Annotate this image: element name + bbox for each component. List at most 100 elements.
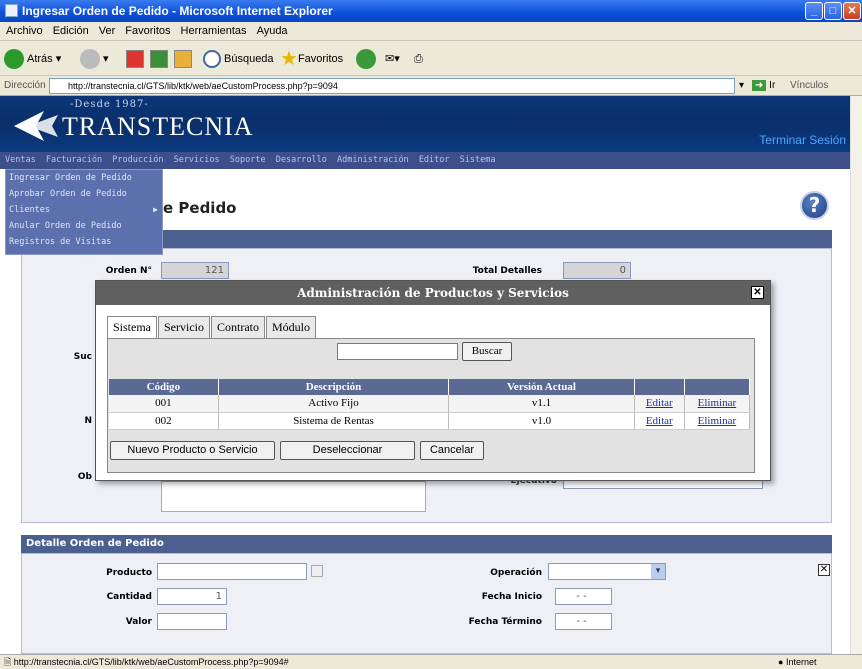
column-header-delete [684,379,751,395]
column-header-edit [634,379,685,395]
minimize-button[interactable]: _ [805,2,823,20]
logout-link[interactable]: Terminar Sesión [759,133,846,147]
fecha-termino-field[interactable]: - - [555,613,612,630]
magnifier-icon [203,50,221,69]
cantidad-label: Cantidad [106,592,152,602]
search-button[interactable]: Buscar [462,342,512,361]
history-icon[interactable] [356,48,379,70]
page-scrollbar[interactable] [850,96,862,654]
menu-archivo[interactable]: Archivo [6,25,43,37]
chevron-down-icon: ▾ [651,564,665,579]
nav-servicios[interactable]: Servicios [174,155,220,165]
address-input[interactable]: http://transtecnia.cl/GTS/lib/ktk/web/ae… [49,78,735,94]
cell-edit: Editar [634,395,685,413]
menu-item-anular[interactable]: Anular Orden de Pedido [6,218,162,234]
deselect-button[interactable]: Deseleccionar [280,441,415,460]
operacion-label: Operación [490,568,542,578]
nav-administracion[interactable]: Administración [337,155,409,165]
order-no-field: 121 [161,262,229,279]
page-title: e Pedido [163,199,237,217]
products-table: Código Descripción Versión Actual 001 Ac… [109,379,751,430]
cancel-button[interactable]: Cancelar [420,441,484,460]
delete-link[interactable]: Eliminar [698,397,737,409]
favorites-button[interactable]: ★Favoritos [280,48,343,70]
back-arrow-icon [4,49,24,70]
nav-editor[interactable]: Editor [419,155,450,165]
order-no-label: Orden N° [105,266,152,276]
print-icon[interactable]: ⎙ [414,48,423,70]
address-dropdown-icon[interactable]: ▾ [739,76,744,96]
cell-code: 002 [109,412,219,430]
nav-sistema[interactable]: Sistema [460,155,496,165]
fecha-inicio-field[interactable]: - - [555,588,612,605]
cantidad-field[interactable]: 1 [157,588,227,605]
cell-code: 001 [109,395,219,413]
cell-desc: Sistema de Rentas [218,412,450,430]
window-titlebar: Ingresar Orden de Pedido - Microsoft Int… [0,0,862,22]
observations-textarea[interactable] [161,481,426,512]
transtecnia-logo-arrow-icon [14,111,58,141]
forward-button[interactable]: ▾ [80,48,109,70]
nav-produccion[interactable]: Producción [112,155,163,165]
edit-link[interactable]: Editar [646,397,673,409]
menu-edicion[interactable]: Edición [53,25,89,37]
delete-link[interactable]: Eliminar [698,415,737,427]
close-detail-icon[interactable]: ✕ [818,564,830,576]
window-title: Ingresar Orden de Pedido - Microsoft Int… [22,4,333,18]
browser-toolbar: Atrás ▾ ▾ Búsqueda ★Favoritos ✉▾ ⎙ [0,41,862,76]
submenu-arrow-icon: ▶ [153,205,158,214]
back-button[interactable]: Atrás ▾ [4,48,61,70]
cell-delete: Eliminar [684,412,751,430]
logo-brand: TRANSTECNIA [62,112,254,141]
menu-item-clientes[interactable]: Clientes ▶ [6,202,162,218]
search-button[interactable]: Búsqueda [203,48,274,70]
mail-icon[interactable]: ✉▾ [385,48,400,70]
new-product-button[interactable]: Nuevo Producto o Servicio [110,441,275,460]
forward-arrow-icon [80,49,100,70]
nav-ventas[interactable]: Ventas [5,155,36,165]
tab-servicio[interactable]: Servicio [158,316,210,338]
table-row[interactable]: 002 Sistema de Rentas v1.0 Editar Elimin… [109,412,751,430]
menu-ayuda[interactable]: Ayuda [257,25,288,37]
menu-favoritos[interactable]: Favoritos [125,25,170,37]
fecha-termino-label: Fecha Término [468,617,542,627]
site-header: -Desde 1987- TRANSTECNIA Terminar Sesión [0,96,850,152]
close-window-button[interactable]: ✕ [843,2,861,20]
modal-close-icon[interactable]: ✕ [751,286,764,299]
nav-facturacion[interactable]: Facturación [46,155,102,165]
nav-desarrollo[interactable]: Desarrollo [276,155,327,165]
producto-label: Producto [106,568,152,578]
tab-modulo[interactable]: Módulo [266,316,317,338]
search-input[interactable] [337,343,458,360]
operacion-select[interactable]: ▾ [548,563,666,580]
menu-ver[interactable]: Ver [99,25,116,37]
table-row[interactable]: 001 Activo Fijo v1.1 Editar Eliminar [109,395,751,413]
producto-field[interactable] [157,563,307,580]
home-icon[interactable] [174,50,192,68]
go-button[interactable]: ➜ Ir [752,76,775,96]
help-icon[interactable]: ? [800,191,829,220]
nav-soporte[interactable]: Soporte [230,155,266,165]
maximize-button[interactable]: □ [824,2,842,20]
menu-item-ingresar[interactable]: Ingresar Orden de Pedido [6,170,162,186]
tab-sistema[interactable]: Sistema [107,316,157,339]
modal-title: Administración de Productos y Servicios … [96,281,770,305]
producto-lookup-icon[interactable] [311,565,323,577]
links-label[interactable]: Vínculos [790,76,828,96]
menu-herramientas[interactable]: Herramientas [181,25,247,37]
valor-field[interactable] [157,613,227,630]
ventas-dropdown-menu: Ingresar Orden de Pedido Aprobar Orden d… [5,169,163,255]
tab-contrato[interactable]: Contrato [211,316,265,338]
column-header-descripcion: Descripción [218,379,450,395]
menu-item-aprobar[interactable]: Aprobar Orden de Pedido [6,186,162,202]
edit-link[interactable]: Editar [646,415,673,427]
stop-icon[interactable] [126,50,144,68]
menu-item-registros[interactable]: Registros de Visitas [6,234,162,250]
cell-delete: Eliminar [684,395,751,413]
star-icon: ★ [280,48,298,71]
products-modal: Administración de Productos y Servicios … [95,280,771,481]
column-header-version: Versión Actual [448,379,635,395]
modal-tabs: Sistema Servicio Contrato Módulo [107,316,317,339]
refresh-icon[interactable] [150,50,168,68]
cell-desc: Activo Fijo [218,395,450,413]
